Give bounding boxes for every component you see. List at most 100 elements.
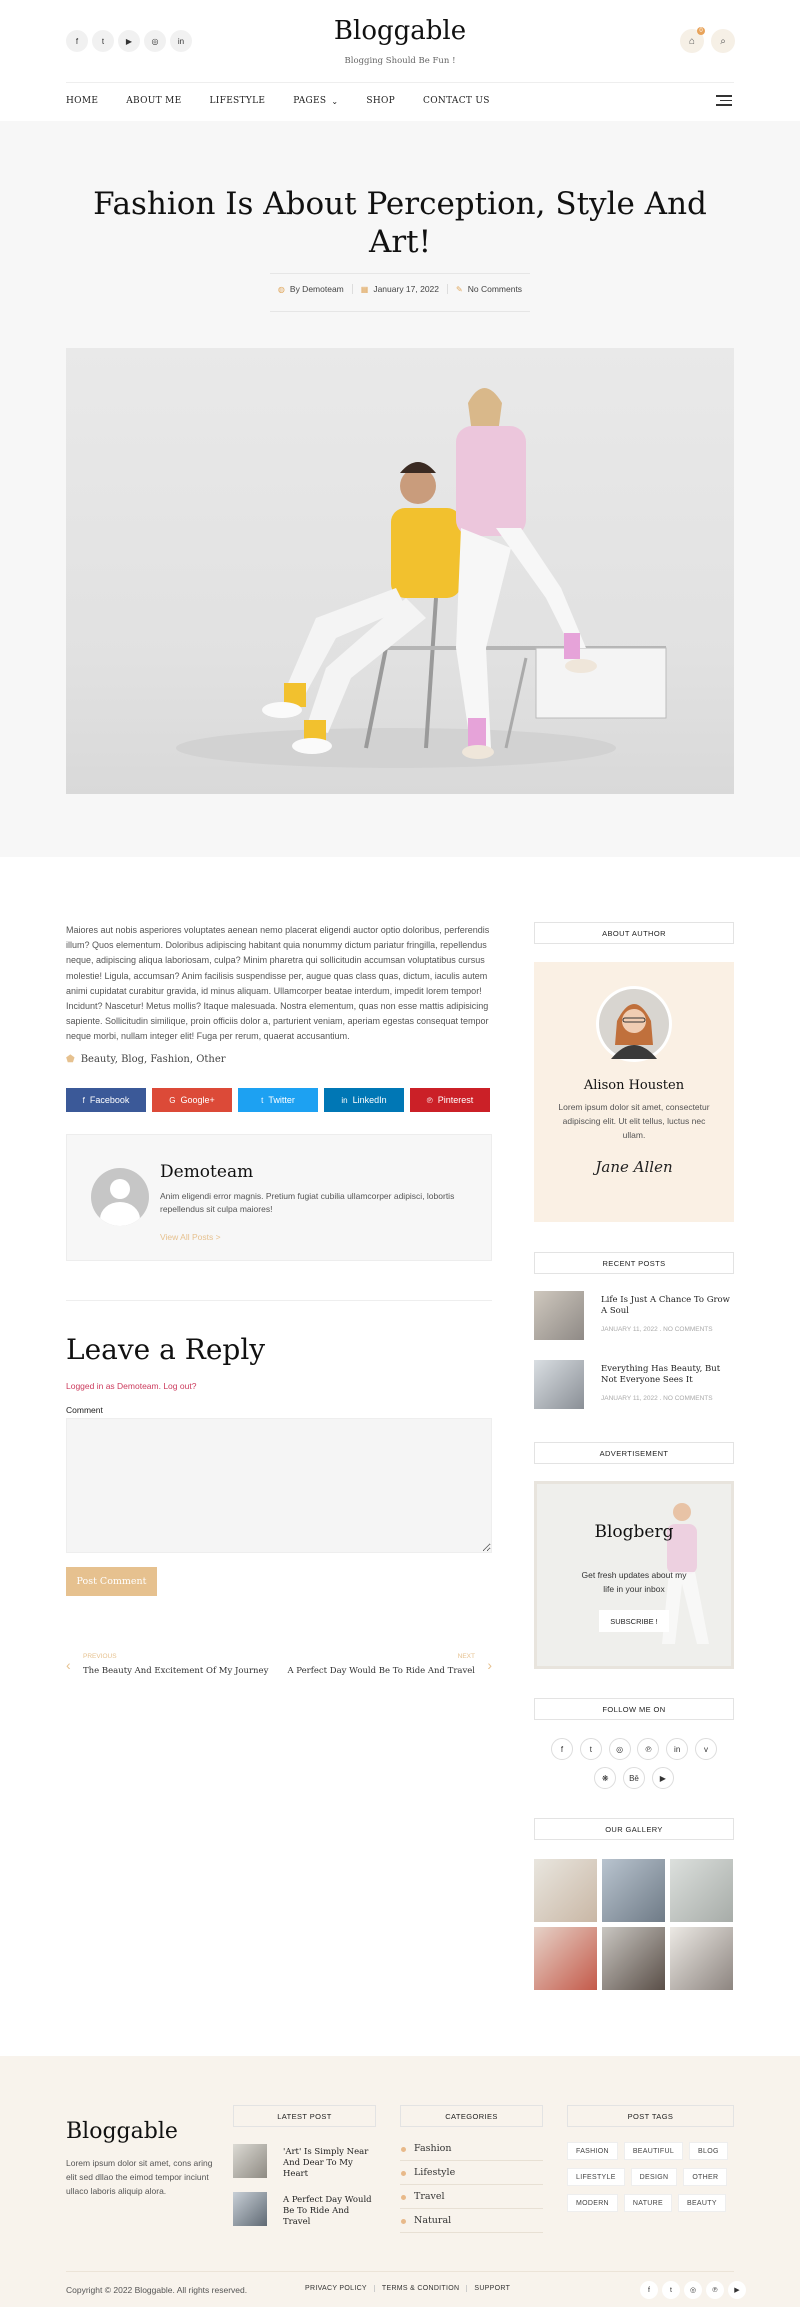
next-label: NEXT bbox=[457, 1653, 475, 1660]
nav-shop[interactable]: SHOP bbox=[366, 96, 395, 106]
pinterest-icon[interactable]: ℗ bbox=[637, 1738, 660, 1760]
ad-subscribe-button[interactable]: SUBSCRIBE ! bbox=[599, 1610, 669, 1632]
linkedin-icon[interactable]: in bbox=[666, 1738, 689, 1760]
support-link[interactable]: SUPPORT bbox=[467, 2285, 510, 2292]
category-item[interactable]: Travel bbox=[400, 2185, 543, 2209]
nav-pages[interactable]: PAGES ⌄ bbox=[293, 96, 338, 106]
post-tag[interactable]: OTHER bbox=[683, 2168, 728, 2186]
share-googleplus-button[interactable]: G Google+ bbox=[152, 1088, 232, 1112]
facebook-icon[interactable]: f bbox=[640, 2281, 658, 2299]
post-tag[interactable]: DESIGN bbox=[630, 2168, 678, 2186]
comment-textarea[interactable] bbox=[66, 1418, 492, 1553]
post-comment-button[interactable]: Post Comment bbox=[66, 1567, 157, 1596]
advertisement-banner[interactable]: Blogberg Get fresh updates about my life… bbox=[534, 1481, 734, 1669]
site-tagline: Blogging Should Be Fun ! bbox=[344, 56, 456, 66]
share-linkedin-button[interactable]: in LinkedIn bbox=[324, 1088, 404, 1112]
gallery-image[interactable] bbox=[534, 1927, 597, 1990]
logged-in-link[interactable]: Logged in as Demoteam. Log out? bbox=[66, 1381, 196, 1391]
meta-comments[interactable]: ✎ No Comments bbox=[447, 284, 530, 294]
gallery-image[interactable] bbox=[602, 1927, 665, 1990]
author-bio: Anim eligendi error magnis. Pretium fugi… bbox=[160, 1191, 455, 1214]
next-post-link[interactable]: NEXT A Perfect Day Would Be To Ride And … bbox=[287, 1653, 492, 1683]
terms-link[interactable]: TERMS & CONDITION bbox=[375, 2285, 468, 2292]
about-author-card: Alison Housten Lorem ipsum dolor sit ame… bbox=[534, 962, 734, 1222]
post-tags-text[interactable]: Beauty, Blog, Fashion, Other bbox=[81, 1054, 226, 1065]
post-tag[interactable]: MODERN bbox=[567, 2194, 618, 2212]
cart-icon: ⌂ 0 bbox=[680, 27, 705, 53]
nav-contact-us[interactable]: CONTACT US bbox=[423, 96, 490, 106]
instagram-icon[interactable]: ◎ bbox=[608, 1738, 631, 1760]
next-title: A Perfect Day Would Be To Ride And Trave… bbox=[287, 1666, 475, 1676]
view-all-posts-link[interactable]: View All Posts > bbox=[160, 1232, 221, 1242]
recent-post-item[interactable]: Life Is Just A Chance To Grow A Soul JAN… bbox=[534, 1291, 734, 1341]
prev-title: The Beauty And Excitement Of My Journey bbox=[83, 1666, 269, 1676]
linkedin-icon: in bbox=[341, 1095, 348, 1105]
hamburger-menu-icon[interactable] bbox=[716, 92, 732, 109]
share-facebook-button[interactable]: f Facebook bbox=[66, 1088, 146, 1112]
gallery-image[interactable] bbox=[670, 1859, 733, 1922]
youtube-icon[interactable]: ▶ bbox=[118, 30, 140, 52]
twitter-icon[interactable]: t bbox=[92, 30, 114, 52]
post-tag[interactable]: FASHION bbox=[567, 2142, 618, 2160]
category-item[interactable]: Fashion bbox=[400, 2137, 543, 2161]
recent-post-title: Life Is Just A Chance To Grow A Soul bbox=[601, 1295, 730, 1316]
ad-text: Get fresh updates about my life in your … bbox=[581, 1570, 687, 1594]
follow-icons-row-2: ❋ Bē ▶ bbox=[534, 1767, 734, 1789]
instagram-icon[interactable]: ◎ bbox=[144, 30, 166, 52]
meta-date[interactable]: ▦ January 17, 2022 bbox=[351, 284, 447, 294]
recent-post-item[interactable]: Everything Has Beauty, But Not Everyone … bbox=[534, 1360, 734, 1410]
share-googleplus-label: Google+ bbox=[180, 1095, 215, 1105]
linkedin-icon[interactable]: in bbox=[170, 30, 192, 52]
nav-home[interactable]: HOME bbox=[66, 96, 98, 106]
nav-lifestyle[interactable]: LIFESTYLE bbox=[210, 96, 266, 106]
post-tag[interactable]: BEAUTY bbox=[677, 2194, 726, 2212]
search-icon: ⌕ bbox=[711, 29, 735, 53]
gallery-image[interactable] bbox=[534, 1859, 597, 1922]
category-item[interactable]: Natural bbox=[400, 2209, 543, 2233]
cart-button[interactable]: ⌂ 0 bbox=[680, 27, 705, 53]
dribbble-icon[interactable]: ❋ bbox=[594, 1767, 617, 1789]
about-author-title: ABOUT AUTHOR bbox=[534, 922, 734, 944]
share-twitter-button[interactable]: t Twitter bbox=[238, 1088, 318, 1112]
twitter-icon[interactable]: t bbox=[579, 1738, 602, 1760]
nav-about-me[interactable]: ABOUT ME bbox=[126, 96, 181, 106]
behance-icon[interactable]: Bē bbox=[623, 1767, 645, 1789]
site-title[interactable]: Bloggable bbox=[300, 16, 500, 46]
meta-divider-top bbox=[270, 273, 530, 274]
reply-heading: Leave a Reply bbox=[66, 1333, 266, 1366]
share-pinterest-button[interactable]: ℗ Pinterest bbox=[410, 1088, 490, 1112]
post-tag[interactable]: LIFESTYLE bbox=[567, 2168, 625, 2186]
post-tag[interactable]: BEAUTIFUL bbox=[623, 2142, 684, 2160]
search-button[interactable]: ⌕ bbox=[711, 29, 735, 53]
instagram-icon[interactable]: ◎ bbox=[684, 2281, 702, 2299]
gallery-image[interactable] bbox=[670, 1927, 733, 1990]
youtube-icon[interactable]: ▶ bbox=[651, 1767, 674, 1789]
youtube-icon[interactable]: ▶ bbox=[728, 2281, 746, 2299]
facebook-icon[interactable]: f bbox=[551, 1738, 574, 1760]
post-body: Maiores aut nobis asperiores voluptates … bbox=[66, 925, 490, 1042]
privacy-policy-link[interactable]: PRIVACY POLICY bbox=[305, 2285, 375, 2292]
gallery-image[interactable] bbox=[602, 1859, 665, 1922]
post-tag[interactable]: NATURE bbox=[623, 2194, 672, 2212]
recent-post-thumb bbox=[534, 1291, 584, 1340]
category-item[interactable]: Lifestyle bbox=[400, 2161, 543, 2185]
footer-brand[interactable]: Bloggable bbox=[66, 2119, 178, 2144]
post-tag[interactable]: BLOG bbox=[689, 2142, 728, 2160]
facebook-icon: f bbox=[82, 1095, 85, 1105]
footer-latest-item[interactable]: A Perfect Day Would Be To Ride And Trave… bbox=[233, 2192, 376, 2227]
meta-author[interactable]: ◍ By Demoteam bbox=[270, 284, 352, 294]
footer-tags-title: POST TAGS bbox=[567, 2105, 734, 2127]
ad-brand: Blogberg bbox=[594, 1522, 674, 1542]
comment-icon: ✎ bbox=[456, 284, 463, 294]
twitter-icon[interactable]: t bbox=[662, 2281, 680, 2299]
facebook-icon[interactable]: f bbox=[66, 30, 88, 52]
chevron-right-icon: › bbox=[487, 1657, 492, 1673]
footer-tags-cloud: FASHION BEAUTIFUL BLOG LIFESTYLE DESIGN … bbox=[567, 2142, 742, 2220]
twitter-icon: t bbox=[261, 1095, 264, 1105]
vimeo-icon[interactable]: v bbox=[694, 1738, 717, 1760]
footer-latest-item[interactable]: 'Art' Is Simply Near And Dear To My Hear… bbox=[233, 2144, 376, 2179]
comment-label: Comment bbox=[66, 1405, 103, 1415]
author-name[interactable]: Demoteam bbox=[160, 1162, 253, 1182]
recent-post-thumb bbox=[534, 1360, 584, 1409]
pinterest-icon[interactable]: ℗ bbox=[706, 2281, 724, 2299]
